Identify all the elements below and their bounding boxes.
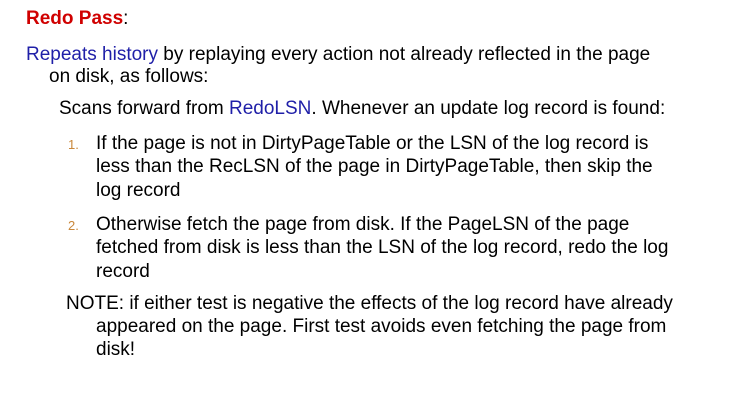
intro-line-1: Repeats history by replaying every actio… [26,44,650,66]
step-1-line-3: log record [96,180,181,201]
step-1-line-2: less than the RecLSN of the page in Dirt… [96,156,653,177]
step-2-line-2: fetched from disk is less than the LSN o… [96,237,669,258]
step-2-line-1: Otherwise fetch the page from disk. If t… [96,214,630,235]
scan-sentence: Scans forward from RedoLSN. Whenever an … [59,98,665,120]
redolsn-highlight: RedoLSN [229,98,312,119]
slide-title: Redo Pass: [26,7,128,31]
intro-line-2: on disk, as follows: [49,66,209,87]
intro-line-1-rest: by replaying every action not already re… [158,44,651,65]
scan-suffix: . Whenever an update log record is found… [311,98,666,119]
slide-title-colon: : [123,8,129,29]
note-line-3: disk! [96,339,136,360]
scan-prefix: Scans forward from [59,98,229,119]
note-line-1: NOTE: if either test is negative the eff… [66,293,673,314]
note-line-2: appeared on the page. First test avoids … [96,316,667,337]
step-1-line-1: If the page is not in DirtyPageTable or … [96,133,649,154]
step-2-line-3: record [96,261,150,282]
repeats-history-highlight: Repeats history [26,44,159,65]
slide: Redo Pass: Repeats history by replaying … [0,0,735,408]
step-1-number: 1. [68,137,79,152]
slide-title-text: Redo Pass [26,8,124,29]
step-2-number: 2. [68,218,79,233]
